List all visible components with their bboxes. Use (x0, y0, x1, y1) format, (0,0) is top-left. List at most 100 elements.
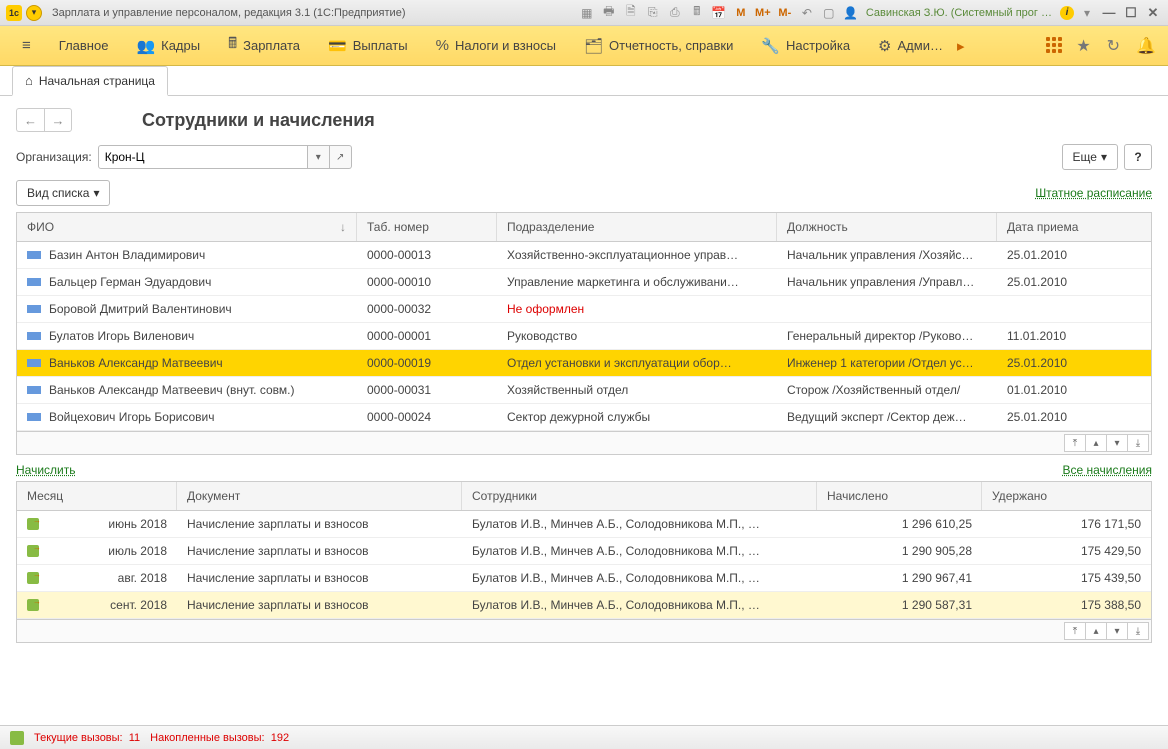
statusbar: Текущие вызовы: 11 Накопленные вызовы: 1… (0, 725, 1168, 749)
menu-salary[interactable]: 🖩Зарплата (214, 26, 314, 65)
sort-indicator-icon: ↓ (340, 220, 346, 234)
tab-home[interactable]: ⌂ Начальная страница (12, 66, 168, 96)
status-total: Накопленные вызовы: 192 (150, 732, 289, 744)
minimize-button[interactable]: — (1100, 5, 1118, 21)
menu-overflow-icon[interactable]: ▸ (957, 37, 965, 55)
grid-top-up-button[interactable]: ▴ (1085, 434, 1107, 452)
all-accruals-link[interactable]: Все начисления (1062, 463, 1152, 477)
table-row[interactable]: Базин Антон Владимирович0000-00013Хозяйс… (17, 242, 1151, 269)
employee-icon (27, 332, 41, 340)
col-doc[interactable]: Документ (177, 482, 462, 510)
wallet-icon: 💳 (328, 37, 347, 55)
notifications-icon[interactable]: 🔔 (1132, 36, 1160, 56)
table-row[interactable]: Ваньков Александр Матвеевич0000-00019Отд… (17, 350, 1151, 377)
table-row[interactable]: Бальцер Герман Эдуардович0000-00010Управ… (17, 269, 1151, 296)
org-input[interactable] (98, 145, 308, 169)
grid-bot-down-button[interactable]: ▾ (1106, 622, 1128, 640)
close-button[interactable]: ✕ (1144, 5, 1162, 21)
cell-fio: Бальцер Герман Эдуардович (49, 275, 211, 289)
cell-withheld: 175 429,50 (982, 538, 1151, 564)
cell-fio: Булатов Игорь Виленович (49, 329, 194, 343)
table-row[interactable]: Войцехович Игорь Борисович0000-00024Сект… (17, 404, 1151, 431)
table-row[interactable]: июль 2018Начисление зарплаты и взносовБу… (17, 538, 1151, 565)
chevron-down-icon: ▾ (1101, 150, 1107, 164)
accruals-grid: Месяц Документ Сотрудники Начислено Удер… (16, 481, 1152, 643)
table-row[interactable]: Булатов Игорь Виленович0000-00001Руковод… (17, 323, 1151, 350)
table-row[interactable]: июнь 2018Начисление зарплаты и взносовБу… (17, 511, 1151, 538)
cell-hiredate: 25.01.2010 (997, 404, 1151, 430)
cell-tabno: 0000-00010 (357, 269, 497, 295)
copy-icon[interactable]: ⎙ (666, 4, 684, 22)
table-row[interactable]: сент. 2018Начисление зарплаты и взносовБ… (17, 592, 1151, 619)
nav-forward-button[interactable]: → (44, 108, 72, 132)
table-row[interactable]: Ваньков Александр Матвеевич (внут. совм.… (17, 377, 1151, 404)
menu-hamburger[interactable]: ≡ (8, 26, 45, 65)
view-mode-button[interactable]: Вид списка▾ (16, 180, 110, 206)
menu-taxes[interactable]: %Налоги и взносы (422, 26, 570, 65)
calendar-icon[interactable]: 📅 (710, 4, 728, 22)
nav-back-button[interactable]: ← (16, 108, 44, 132)
memory-m-icon[interactable]: M (732, 4, 750, 22)
org-dropdown-button[interactable]: ▾ (308, 145, 330, 169)
panel-icon[interactable]: ▢ (820, 4, 838, 22)
menu-reports[interactable]: 🗂Отчетность, справки (570, 26, 747, 65)
cell-position: Начальник управления /Хозяйс… (777, 242, 997, 268)
print-icon[interactable]: 🖶 (600, 4, 618, 22)
col-tabno[interactable]: Таб. номер (357, 213, 497, 241)
grid-bot-up-button[interactable]: ▴ (1085, 622, 1107, 640)
col-position[interactable]: Должность (777, 213, 997, 241)
col-accrued[interactable]: Начислено (817, 482, 982, 510)
grid-bot-last-button[interactable]: ⤓ (1127, 622, 1149, 640)
info-dropdown[interactable]: ▾ (1078, 4, 1096, 22)
save-icon[interactable]: ⎘ (644, 4, 662, 22)
employee-icon (27, 305, 41, 313)
col-withheld[interactable]: Удержано (982, 482, 1151, 510)
grid-top-down-button[interactable]: ▾ (1106, 434, 1128, 452)
favorites-icon[interactable]: ★ (1072, 36, 1094, 56)
calc-icon[interactable]: 🖩 (688, 4, 706, 22)
menu-settings[interactable]: 🔧Настройка (747, 26, 864, 65)
schedule-link[interactable]: Штатное расписание (1035, 186, 1152, 200)
grid-top-last-button[interactable]: ⤓ (1127, 434, 1149, 452)
table-row[interactable]: авг. 2018Начисление зарплаты и взносовБу… (17, 565, 1151, 592)
grid-top-first-button[interactable]: ⤒ (1064, 434, 1086, 452)
accrue-link[interactable]: Начислить (16, 463, 75, 477)
employee-icon (27, 251, 41, 259)
grid-bot-first-button[interactable]: ⤒ (1064, 622, 1086, 640)
user-name[interactable]: Савинская З.Ю. (Системный прог … (866, 7, 1052, 19)
cell-hiredate: 11.01.2010 (997, 323, 1151, 349)
menu-staff[interactable]: 👥Кадры (122, 26, 214, 65)
help-button[interactable]: ? (1124, 144, 1152, 170)
filter-row: Организация: ▾ ↗ Еще▾ ? (16, 144, 1152, 170)
home-icon: ⌂ (25, 73, 33, 88)
col-month[interactable]: Месяц (17, 482, 177, 510)
menu-admin[interactable]: ⚙Адми… (864, 26, 957, 65)
app-menu-dropdown[interactable]: ▾ (26, 5, 42, 21)
col-hiredate[interactable]: Дата приема (997, 213, 1151, 241)
apps-grid-icon[interactable] (1046, 37, 1064, 55)
col-dept[interactable]: Подразделение (497, 213, 777, 241)
db-icon[interactable]: ▦ (578, 4, 596, 22)
percent-icon: % (436, 37, 449, 54)
history-icon[interactable]: ↻ (1103, 36, 1124, 56)
col-fio[interactable]: ФИО↓ (17, 213, 357, 241)
cell-tabno: 0000-00013 (357, 242, 497, 268)
more-button[interactable]: Еще▾ (1062, 144, 1118, 170)
employees-grid: ФИО↓ Таб. номер Подразделение Должность … (16, 212, 1152, 455)
cell-doc: Начисление зарплаты и взносов (177, 511, 462, 537)
menu-main[interactable]: Главное (45, 26, 123, 65)
cell-dept: Руководство (497, 323, 777, 349)
back-icon[interactable]: ↶ (798, 4, 816, 22)
memory-m-minus-icon[interactable]: M- (776, 4, 794, 22)
info-icon[interactable]: i (1060, 6, 1074, 20)
doc-icon[interactable]: 🗎 (622, 4, 640, 22)
maximize-button[interactable]: ☐ (1122, 5, 1140, 21)
menu-payments[interactable]: 💳Выплаты (314, 26, 422, 65)
org-open-button[interactable]: ↗ (330, 145, 352, 169)
memory-m-plus-icon[interactable]: M+ (754, 4, 772, 22)
cell-position: Ведущий эксперт /Сектор деж… (777, 404, 997, 430)
col-emp[interactable]: Сотрудники (462, 482, 817, 510)
table-row[interactable]: Боровой Дмитрий Валентинович0000-00032Не… (17, 296, 1151, 323)
status-current: Текущие вызовы: 11 (34, 732, 140, 744)
cell-dept: Хозяйственно-эксплуатационное управ… (497, 242, 777, 268)
